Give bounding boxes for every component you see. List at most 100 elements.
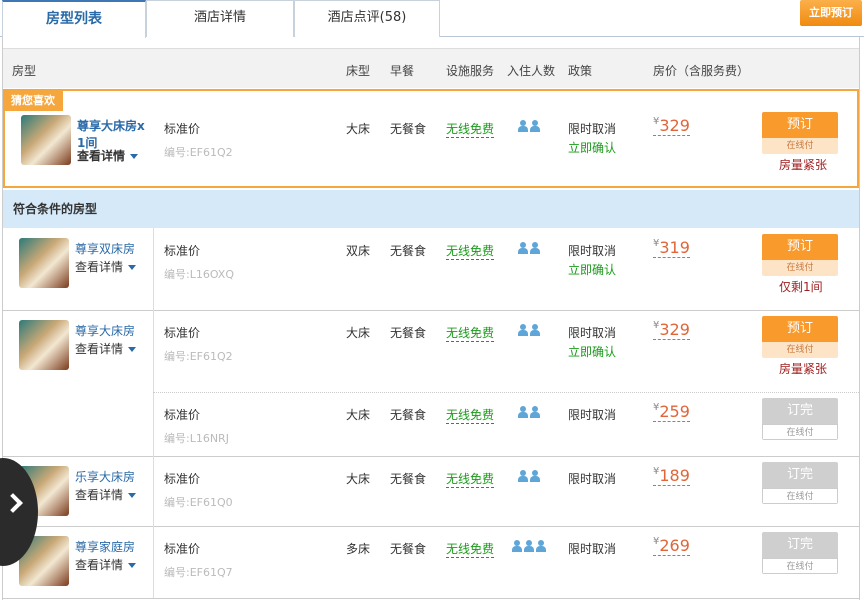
breakfast: 无餐食	[390, 540, 426, 557]
availability-note: 仅剩1间	[779, 278, 823, 295]
wifi-free[interactable]: 无线免费	[446, 324, 494, 342]
instant-confirm: 立即确认	[568, 261, 616, 278]
view-details-link[interactable]: 查看详情	[75, 486, 136, 503]
room-price: ¥259	[653, 402, 690, 422]
room-name[interactable]: 尊享大床房x 1间	[77, 117, 155, 151]
row-divider	[3, 598, 859, 599]
price-value: 319	[659, 238, 690, 257]
person-icon	[530, 120, 540, 132]
room-name[interactable]: 尊享双床房	[75, 240, 153, 257]
instant-confirm: 立即确认	[568, 343, 616, 360]
wifi-free[interactable]: 无线免费	[446, 470, 494, 488]
sold-out-button: 订完在线付	[762, 532, 838, 574]
room-name[interactable]: 尊享家庭房	[75, 538, 153, 555]
row-divider	[3, 310, 859, 311]
rate-label: 标准价	[164, 406, 200, 423]
book-button[interactable]: 预订在线付	[762, 112, 838, 154]
rate-label: 标准价	[164, 242, 200, 259]
tab-hotel-reviews[interactable]: 酒店点评(58)	[294, 0, 440, 37]
wifi-free[interactable]: 无线免费	[446, 242, 494, 260]
tab-hotel-details[interactable]: 酒店详情	[146, 0, 294, 37]
person-icon	[518, 470, 528, 482]
view-details-link[interactable]: 查看详情	[75, 258, 136, 275]
column-divider	[153, 526, 154, 598]
person-icon	[530, 406, 540, 418]
chevron-down-icon	[128, 347, 136, 352]
pay-online-label: 在线付	[762, 424, 838, 440]
price-value: 329	[659, 116, 690, 135]
price-value: 269	[659, 536, 690, 555]
room-thumbnail[interactable]	[19, 238, 69, 288]
col-bed: 床型	[346, 62, 370, 79]
button-label: 订完	[762, 398, 838, 424]
person-icon	[536, 540, 546, 552]
button-label: 预订	[762, 112, 838, 138]
room-name[interactable]: 尊享大床房	[75, 322, 153, 339]
wifi-free[interactable]: 无线免费	[446, 120, 494, 138]
view-details-link[interactable]: 查看详情	[75, 556, 136, 573]
person-icon	[518, 324, 528, 336]
book-button[interactable]: 预订在线付	[762, 234, 838, 276]
availability-note: 房量紧张	[779, 360, 827, 377]
cancel-policy[interactable]: 限时取消	[568, 540, 616, 557]
person-icon	[518, 120, 528, 132]
chevron-right-icon	[3, 493, 23, 513]
rate-label: 标准价	[164, 120, 200, 137]
col-room: 房型	[12, 62, 36, 79]
person-icon	[530, 324, 540, 336]
room-thumbnail[interactable]	[19, 320, 69, 370]
bed-type: 双床	[346, 242, 370, 259]
rate-code: 编号:EF61Q2	[164, 348, 233, 364]
room-name[interactable]: 乐享大床房	[75, 468, 153, 485]
wifi-free[interactable]: 无线免费	[446, 540, 494, 558]
view-details-link[interactable]: 查看详情	[77, 147, 138, 164]
book-now-button[interactable]: 立即预订	[800, 0, 862, 26]
guest-count	[518, 120, 540, 132]
room-price: ¥319	[653, 238, 690, 258]
column-divider	[153, 310, 154, 456]
cancel-policy[interactable]: 限时取消	[568, 470, 616, 487]
room-price: ¥189	[653, 466, 690, 486]
bed-type: 大床	[346, 324, 370, 341]
rate-code: 编号:EF61Q2	[164, 144, 233, 160]
bed-type: 大床	[346, 470, 370, 487]
cancel-policy[interactable]: 限时取消	[568, 406, 616, 423]
view-details-link[interactable]: 查看详情	[75, 340, 136, 357]
cancel-policy[interactable]: 限时取消	[568, 324, 616, 341]
room-price: ¥269	[653, 536, 690, 556]
pay-online-label: 在线付	[762, 558, 838, 574]
guest-count	[512, 540, 546, 552]
room-thumbnail[interactable]	[21, 115, 71, 165]
row-divider	[3, 526, 859, 527]
pay-online-label: 在线付	[762, 342, 838, 358]
guest-count	[518, 242, 540, 254]
person-icon	[518, 406, 528, 418]
button-label: 订完	[762, 532, 838, 558]
featured-tag: 猜您喜欢	[3, 89, 63, 111]
bed-type: 大床	[346, 406, 370, 423]
rate-label: 标准价	[164, 470, 200, 487]
cancel-policy[interactable]: 限时取消	[568, 120, 616, 137]
rate-label: 标准价	[164, 540, 200, 557]
person-icon	[530, 242, 540, 254]
sold-out-button: 订完在线付	[762, 462, 838, 504]
chevron-down-icon	[128, 493, 136, 498]
pay-online-label: 在线付	[762, 260, 838, 276]
cancel-policy[interactable]: 限时取消	[568, 242, 616, 259]
table-header: 房型 床型 早餐 设施服务 入住人数 政策 房价（含服务费）	[3, 48, 859, 88]
rate-code: 编号:EF61Q7	[164, 564, 233, 580]
column-divider	[153, 456, 154, 526]
tab-room-list[interactable]: 房型列表	[2, 0, 146, 38]
breakfast: 无餐食	[390, 324, 426, 341]
pay-online-label: 在线付	[762, 488, 838, 504]
row-divider	[3, 456, 859, 457]
person-icon	[512, 540, 522, 552]
chevron-down-icon	[128, 265, 136, 270]
view-details-label: 查看详情	[75, 260, 123, 274]
person-icon	[518, 242, 528, 254]
book-button[interactable]: 预订在线付	[762, 316, 838, 358]
wifi-free[interactable]: 无线免费	[446, 406, 494, 424]
price-value: 329	[659, 320, 690, 339]
bed-type: 大床	[346, 120, 370, 137]
guest-count	[518, 406, 540, 418]
